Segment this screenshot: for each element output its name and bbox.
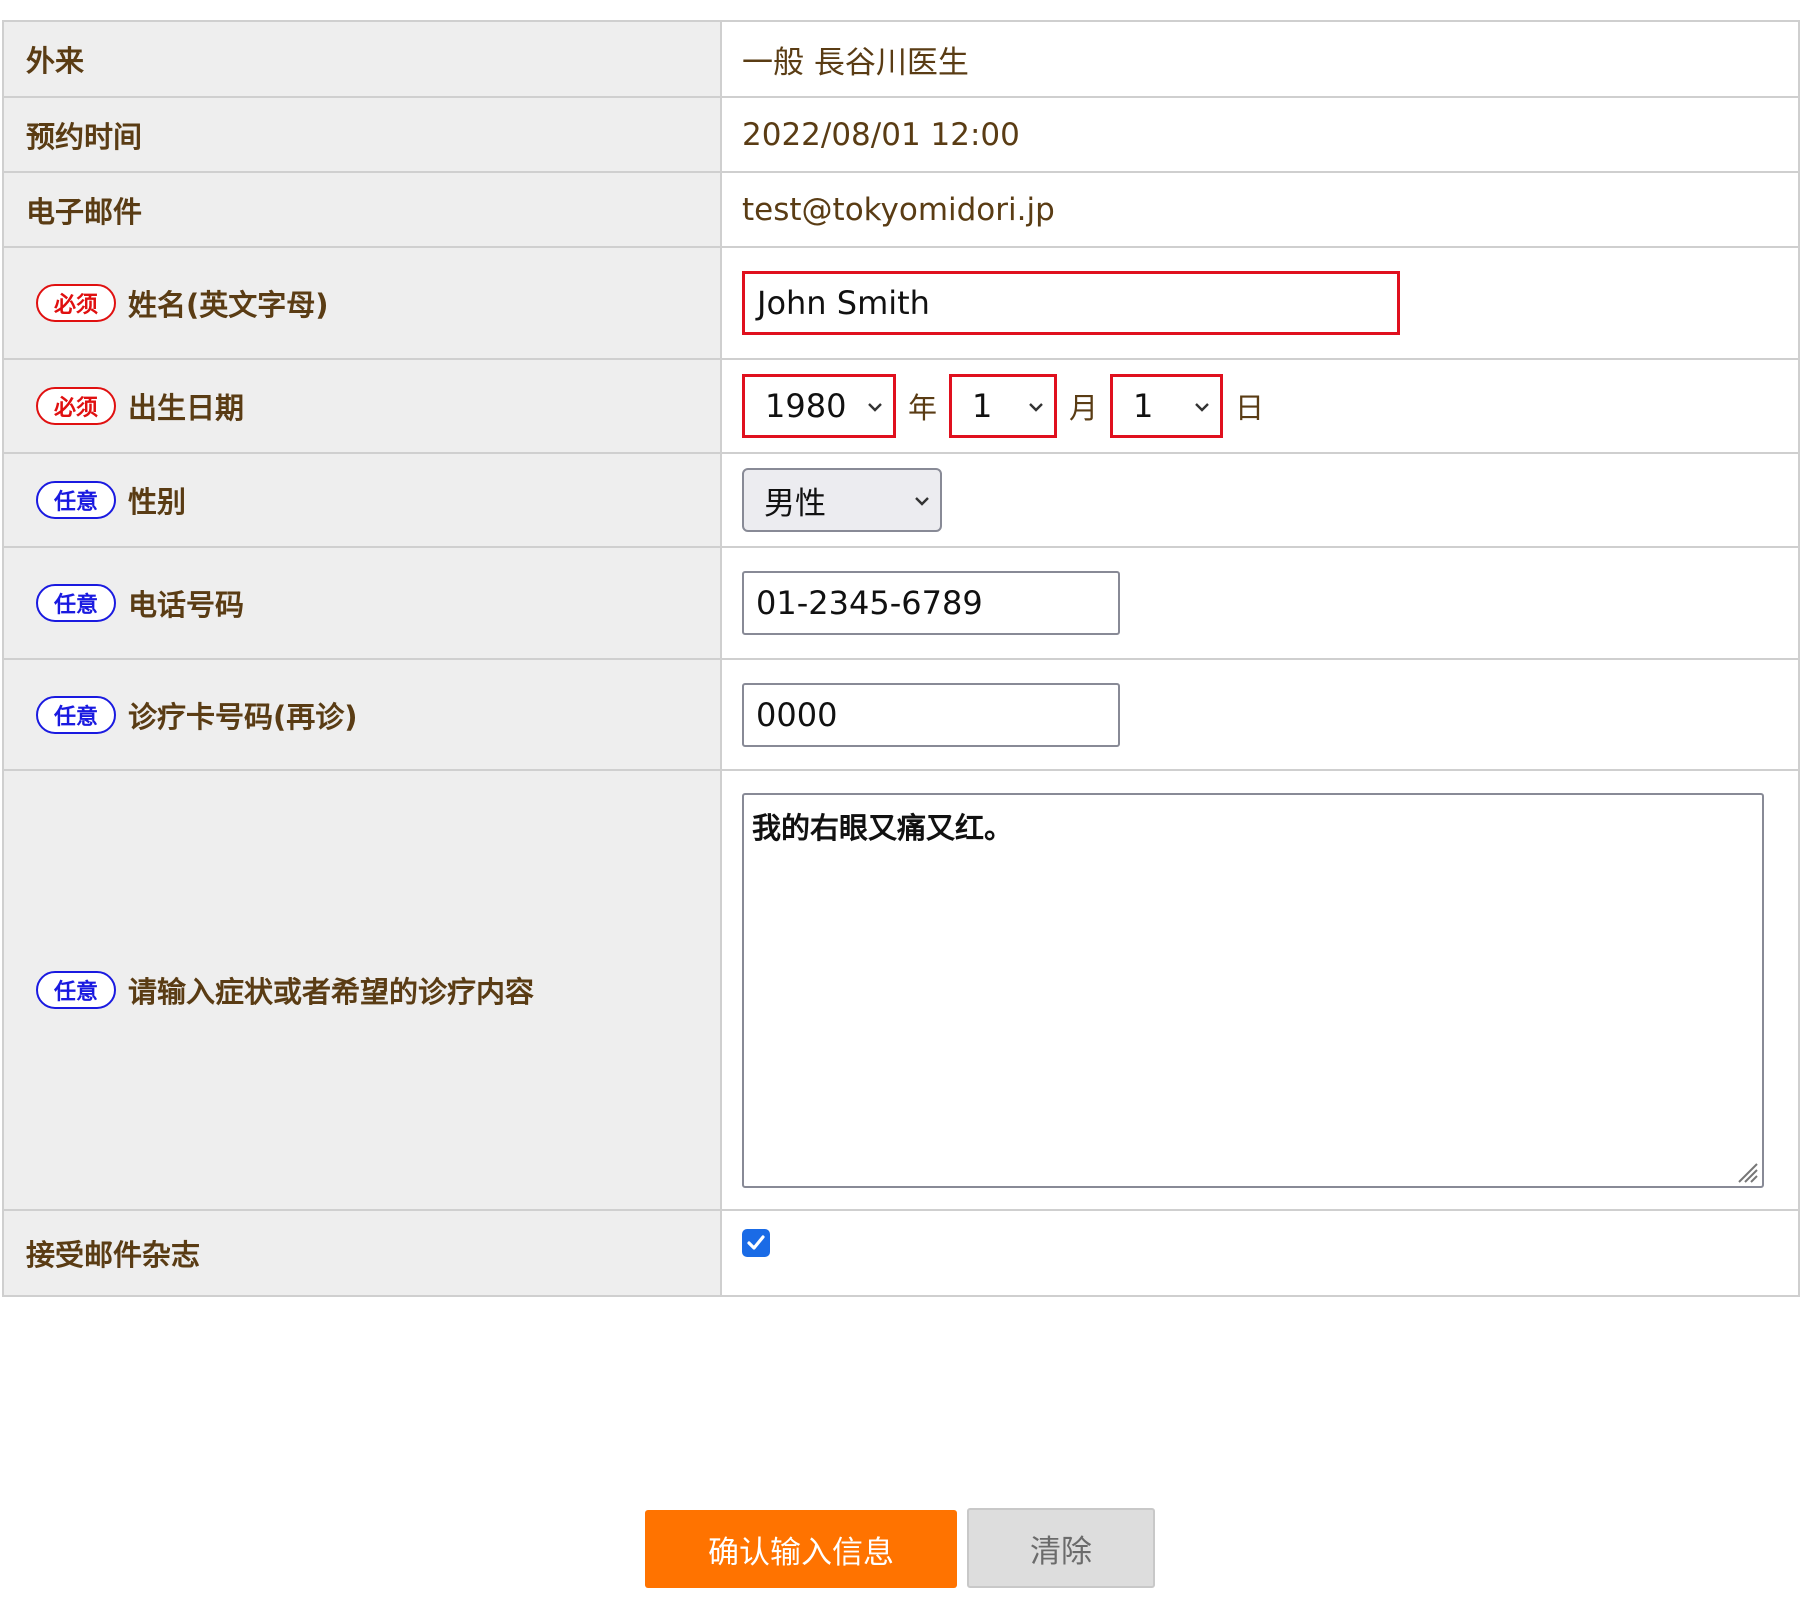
label-phone: 电话号码 (128, 588, 245, 622)
symptoms-textarea[interactable]: 我的右眼又痛又红。 (742, 792, 1764, 1188)
birth-month-select[interactable]: 1 (949, 374, 1058, 438)
label-outpatient: 外来 (2, 20, 722, 98)
required-badge: 必须 (36, 284, 116, 322)
row-card: 任意 诊疗卡号码(再诊) 0000 (2, 658, 1800, 771)
card-number-input[interactable]: 0000 (742, 682, 1120, 747)
chevron-down-icon (867, 396, 883, 417)
label-gender: 性别 (128, 485, 187, 519)
row-gender: 任意 性别 男性 (2, 452, 1800, 548)
label-newsletter: 接受邮件杂志 (2, 1209, 722, 1297)
gender-select[interactable]: 男性 (742, 468, 942, 532)
row-newsletter: 接受邮件杂志 (2, 1209, 1800, 1297)
chevron-down-icon (1194, 396, 1210, 417)
newsletter-checkbox[interactable] (742, 1229, 770, 1257)
value-appointment: 2022/08/01 12:00 (720, 96, 1800, 173)
birth-date-selects: 1980 年 1 月 1 日 (742, 374, 1798, 438)
birth-month-value: 1 (972, 387, 993, 425)
reservation-form-page: 外来 一般 長谷川医生 预约时间 2022/08/01 12:00 电子邮件 t… (0, 0, 1800, 1603)
clear-button[interactable]: 清除 (967, 1508, 1155, 1588)
birth-year-select[interactable]: 1980 (742, 374, 896, 438)
row-name: 必须 姓名(英文字母) John Smith (2, 246, 1800, 360)
chevron-down-icon (914, 490, 930, 511)
row-symptoms: 任意 请输入症状或者希望的诊疗内容 我的右眼又痛又红。 (2, 769, 1800, 1211)
row-outpatient: 外来 一般 長谷川医生 (2, 20, 1800, 98)
row-birth: 必须 出生日期 1980 年 1 月 1 日 (2, 358, 1800, 454)
check-icon (747, 1235, 765, 1250)
label-appointment: 预约时间 (2, 96, 722, 173)
value-email: test@tokyomidori.jp (720, 171, 1800, 248)
resize-grip-icon[interactable] (1733, 1157, 1759, 1183)
label-symptoms: 请输入症状或者希望的诊疗内容 (128, 975, 535, 1009)
label-birth: 出生日期 (128, 391, 245, 425)
month-unit: 月 (1069, 391, 1099, 425)
label-email: 电子邮件 (2, 171, 722, 248)
optional-badge: 任意 (36, 695, 116, 734)
symptoms-text: 我的右眼又痛又红。 (752, 810, 1014, 845)
required-badge: 必须 (36, 387, 116, 425)
reservation-form: 外来 一般 長谷川医生 预约时间 2022/08/01 12:00 电子邮件 t… (2, 20, 1800, 1297)
phone-input[interactable]: 01-2345-6789 (742, 571, 1120, 635)
birth-day-value: 1 (1133, 387, 1154, 425)
row-appointment: 预约时间 2022/08/01 12:00 (2, 96, 1800, 173)
birth-year-value: 1980 (765, 387, 847, 425)
label-name: 姓名(英文字母) (128, 288, 329, 322)
confirm-button[interactable]: 确认输入信息 (645, 1510, 957, 1588)
name-input[interactable]: John Smith (742, 271, 1400, 335)
birth-day-select[interactable]: 1 (1110, 374, 1224, 438)
row-email: 电子邮件 test@tokyomidori.jp (2, 171, 1800, 248)
optional-badge: 任意 (36, 584, 116, 622)
optional-badge: 任意 (36, 971, 116, 1009)
optional-badge: 任意 (36, 481, 116, 519)
year-unit: 年 (908, 391, 938, 425)
day-unit: 日 (1235, 391, 1265, 425)
chevron-down-icon (1028, 396, 1044, 417)
row-phone: 任意 电话号码 01-2345-6789 (2, 546, 1800, 660)
gender-value: 男性 (764, 485, 826, 522)
value-outpatient: 一般 長谷川医生 (720, 20, 1800, 98)
label-card: 诊疗卡号码(再诊) (128, 699, 358, 734)
